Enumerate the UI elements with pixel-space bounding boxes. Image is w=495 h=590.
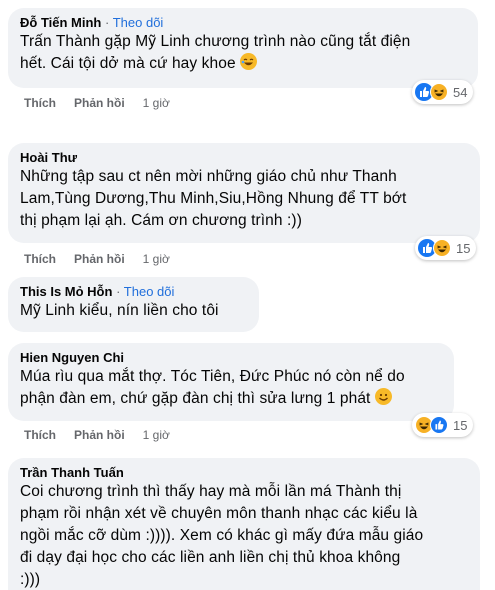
- reaction-summary[interactable]: 15: [415, 236, 477, 260]
- laughing-emoji-icon: [240, 53, 258, 70]
- comment-bubble: Trần Thanh Tuấn Coi chương trình thì thấ…: [8, 458, 480, 590]
- reply-button[interactable]: Phản hồi: [74, 428, 125, 442]
- comment-author[interactable]: Hien Nguyen Chi: [20, 350, 124, 365]
- comment-actions: Thích Phản hồi 1 giờ: [24, 96, 188, 110]
- reaction-count: 54: [453, 84, 468, 100]
- reaction-count: 15: [453, 417, 468, 433]
- comment-time[interactable]: 1 giờ: [143, 252, 170, 266]
- comment-actions: Thích Phản hồi 1 giờ: [24, 428, 188, 442]
- comment-author[interactable]: Đỗ Tiến Minh: [20, 15, 101, 30]
- like-button[interactable]: Thích: [24, 252, 56, 266]
- reaction-count: 15: [456, 240, 471, 256]
- comment-text: Coi chương trình thì thấy hay mà mỗi lần…: [20, 483, 424, 588]
- grinning-emoji-icon: [374, 388, 392, 405]
- like-reaction-icon: [430, 416, 448, 434]
- reply-button[interactable]: Phản hồi: [74, 252, 125, 266]
- reaction-summary[interactable]: 54: [412, 80, 474, 104]
- comment: Đỗ Tiến Minh · Theo dõi Trấn Thành gặp M…: [8, 8, 478, 88]
- like-button[interactable]: Thích: [24, 96, 56, 110]
- comment-bubble: Đỗ Tiến Minh · Theo dõi Trấn Thành gặp M…: [8, 8, 478, 88]
- comment-text: Trấn Thành gặp Mỹ Linh chương trình nào …: [20, 33, 411, 72]
- comment: Hien Nguyen Chi Múa rìu qua mắt thợ. Tóc…: [8, 343, 454, 421]
- comment-text: Múa rìu qua mắt thợ. Tóc Tiên, Đức Phúc …: [20, 368, 405, 407]
- comment: This Is Mỏ Hỗn · Theo dõi Mỹ Linh kiểu, …: [8, 277, 259, 332]
- comment: Trần Thanh Tuấn Coi chương trình thì thấ…: [8, 458, 480, 590]
- reaction-summary[interactable]: 15: [412, 413, 474, 437]
- follow-button[interactable]: Theo dõi: [113, 15, 164, 30]
- like-button[interactable]: Thích: [24, 428, 56, 442]
- comment-bubble: Hoài Thư Những tập sau ct nên mời những …: [8, 143, 480, 243]
- haha-reaction-icon: [430, 83, 448, 101]
- comment-author[interactable]: This Is Mỏ Hỗn: [20, 284, 112, 299]
- comment-text: Những tập sau ct nên mời những giáo chủ …: [20, 168, 407, 229]
- reply-button[interactable]: Phản hồi: [74, 96, 125, 110]
- comment-bubble: This Is Mỏ Hỗn · Theo dõi Mỹ Linh kiểu, …: [8, 277, 259, 332]
- comment-actions: Thích Phản hồi 1 giờ: [24, 252, 188, 266]
- comment-author[interactable]: Trần Thanh Tuấn: [20, 465, 124, 480]
- comment: Hoài Thư Những tập sau ct nên mời những …: [8, 143, 480, 243]
- comment-author[interactable]: Hoài Thư: [20, 150, 77, 165]
- follow-button[interactable]: Theo dõi: [124, 284, 175, 299]
- comment-time[interactable]: 1 giờ: [143, 428, 170, 442]
- comment-bubble: Hien Nguyen Chi Múa rìu qua mắt thợ. Tóc…: [8, 343, 454, 421]
- haha-reaction-icon: [433, 239, 451, 257]
- comment-time[interactable]: 1 giờ: [143, 96, 170, 110]
- comment-text: Mỹ Linh kiểu, nín liền cho tôi: [20, 302, 219, 319]
